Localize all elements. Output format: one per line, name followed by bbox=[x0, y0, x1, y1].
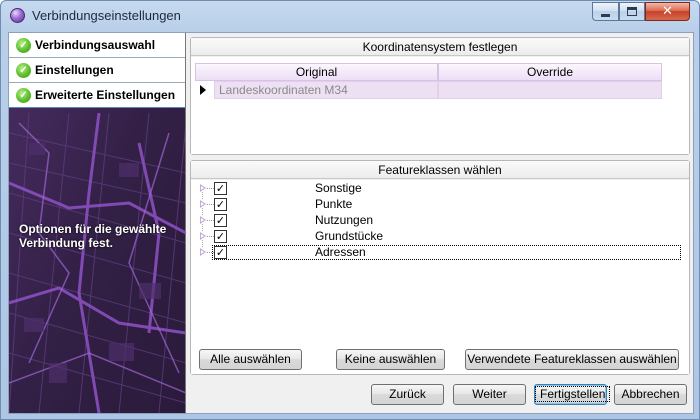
wizard-steps: ✓ Verbindungsauswahl ✓ Einstellungen ✓ E… bbox=[9, 33, 185, 108]
close-icon: ✕ bbox=[662, 4, 673, 19]
finish-button[interactable]: Fertigstellen bbox=[534, 384, 611, 405]
next-button[interactable]: Weiter bbox=[453, 384, 526, 405]
app-icon bbox=[10, 8, 25, 23]
check-circle-icon: ✓ bbox=[16, 38, 31, 53]
step-label: Einstellungen bbox=[35, 63, 114, 77]
coordinate-group-title: Koordinatensystem festlegen bbox=[191, 38, 689, 56]
step-verbindungsauswahl[interactable]: ✓ Verbindungsauswahl bbox=[9, 33, 185, 58]
checkbox[interactable]: ✓ bbox=[214, 230, 227, 243]
minimize-button[interactable] bbox=[592, 2, 619, 21]
select-none-button[interactable]: Keine auswählen bbox=[336, 349, 445, 370]
tree-item-nutzungen[interactable]: ✓ Nutzungen bbox=[191, 213, 689, 231]
tree-item-punkte[interactable]: ✓ Punkte bbox=[191, 197, 689, 215]
row-indicator bbox=[195, 81, 214, 99]
close-button[interactable]: ✕ bbox=[645, 2, 690, 21]
cell-original[interactable]: Landeskoordinaten M34 bbox=[214, 81, 438, 99]
column-original[interactable]: Original bbox=[195, 63, 438, 81]
step-description: Optionen für die gewählte Verbindung fes… bbox=[19, 222, 167, 250]
dialog-client-area: ✓ Verbindungsauswahl ✓ Einstellungen ✓ E… bbox=[8, 32, 694, 414]
tree-item-adressen[interactable]: ✓ Adressen bbox=[191, 245, 689, 260]
maximize-icon bbox=[627, 7, 637, 16]
checkbox[interactable]: ✓ bbox=[214, 182, 227, 195]
expand-arrow-icon[interactable] bbox=[200, 200, 206, 208]
cancel-button[interactable]: Abbrechen bbox=[614, 384, 687, 405]
expand-arrow-icon[interactable] bbox=[200, 184, 206, 192]
tree-item-grundstuecke[interactable]: ✓ Grundstücke bbox=[191, 229, 689, 247]
tree-item-label: Nutzungen bbox=[315, 213, 374, 227]
current-row-arrow-icon bbox=[200, 85, 206, 95]
cell-override[interactable] bbox=[438, 81, 662, 99]
select-used-featureclasses-button[interactable]: Verwendete Featureklassen auswählen bbox=[465, 349, 679, 370]
tree-connector bbox=[207, 204, 214, 205]
step-label: Erweiterte Einstellungen bbox=[35, 88, 176, 102]
tree-item-label: Adressen bbox=[315, 245, 366, 259]
dialog-window: Verbindungseinstellungen ✕ ✓ Verbindungs… bbox=[0, 0, 700, 420]
expand-arrow-icon[interactable] bbox=[200, 248, 206, 256]
tree-connector bbox=[207, 236, 214, 237]
maximize-button[interactable] bbox=[619, 2, 645, 21]
coordinate-grid-area: Original Override Landeskoordinaten M34 bbox=[191, 57, 689, 154]
select-all-button[interactable]: Alle auswählen bbox=[199, 349, 302, 370]
finish-button-label: Fertigstellen bbox=[535, 386, 611, 402]
feature-classes-group: Featureklassen wählen ✓ Sonstige ✓ Punkt… bbox=[190, 160, 690, 375]
expand-arrow-icon[interactable] bbox=[200, 232, 206, 240]
focus-rectangle bbox=[212, 245, 681, 260]
tree-item-label: Punkte bbox=[315, 197, 353, 211]
checkbox[interactable]: ✓ bbox=[214, 198, 227, 211]
step-label: Verbindungsauswahl bbox=[35, 38, 156, 52]
check-circle-icon: ✓ bbox=[16, 63, 31, 78]
column-override[interactable]: Override bbox=[438, 63, 662, 81]
minimize-icon bbox=[601, 13, 610, 17]
grid-row[interactable]: Landeskoordinaten M34 bbox=[195, 81, 662, 99]
tree-connector bbox=[207, 188, 214, 189]
coordinate-system-group: Koordinatensystem festlegen Original Ove… bbox=[190, 37, 690, 155]
tree-item-label: Sonstige bbox=[315, 181, 362, 195]
wizard-side-panel: ✓ Verbindungsauswahl ✓ Einstellungen ✓ E… bbox=[9, 33, 186, 413]
tree-connector bbox=[207, 252, 214, 253]
feature-tree-area: ✓ Sonstige ✓ Punkte ✓ Nutzungen ✓ Grunds… bbox=[191, 180, 689, 374]
checkbox[interactable]: ✓ bbox=[214, 214, 227, 227]
step-erweiterte-einstellungen[interactable]: ✓ Erweiterte Einstellungen bbox=[9, 83, 185, 108]
tree-item-label: Grundstücke bbox=[315, 229, 384, 243]
feature-group-title: Featureklassen wählen bbox=[191, 161, 689, 179]
back-button[interactable]: Zurück bbox=[371, 384, 444, 405]
checkbox[interactable]: ✓ bbox=[214, 246, 227, 259]
window-title: Verbindungseinstellungen bbox=[32, 8, 181, 23]
grid-header: Original Override bbox=[195, 63, 662, 81]
expand-arrow-icon[interactable] bbox=[200, 216, 206, 224]
tree-item-sonstige[interactable]: ✓ Sonstige bbox=[191, 181, 689, 199]
step-einstellungen[interactable]: ✓ Einstellungen bbox=[9, 58, 185, 83]
check-circle-icon: ✓ bbox=[16, 88, 31, 103]
tree-connector bbox=[207, 220, 214, 221]
title-bar[interactable]: Verbindungseinstellungen ✕ bbox=[1, 1, 699, 31]
